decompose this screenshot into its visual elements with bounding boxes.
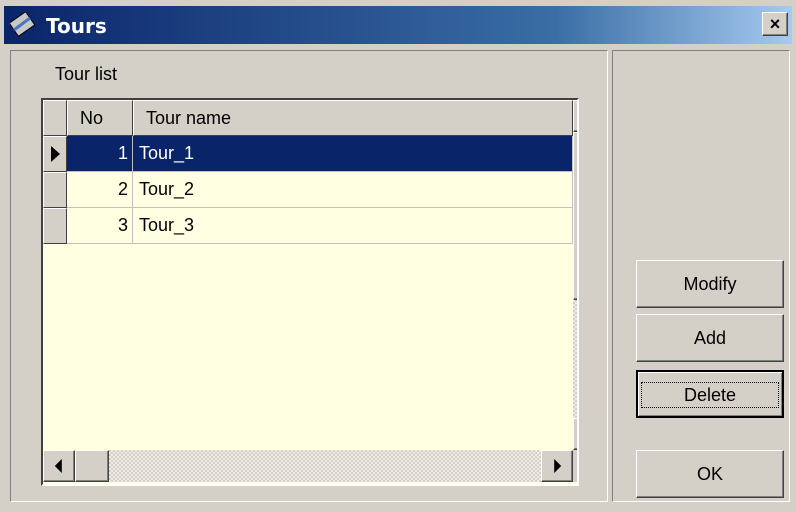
row-indicator[interactable] (43, 172, 67, 208)
tour-grid[interactable]: No Tour name 1 Tour_1 2 Tour_2 3 Tour_3 (41, 98, 579, 486)
modify-button-label: Modify (683, 274, 737, 294)
cell-no[interactable]: 1 (67, 136, 133, 172)
ok-button[interactable]: OK (636, 450, 784, 498)
cell-tour-name[interactable]: Tour_2 (133, 172, 573, 208)
window-title: Tours (46, 14, 107, 38)
cell-no[interactable]: 2 (67, 172, 133, 208)
title-bar[interactable]: Tours × (4, 6, 792, 44)
add-button-label: Add (693, 328, 727, 348)
scroll-down-button[interactable] (573, 418, 577, 450)
modify-button[interactable]: Modify (636, 260, 784, 308)
scroll-left-button[interactable] (43, 450, 75, 482)
tour-list-label: Tour list (55, 64, 118, 84)
vertical-scroll-thumb[interactable] (573, 132, 577, 300)
vertical-scrollbar[interactable] (573, 100, 577, 450)
close-button[interactable]: × (762, 12, 788, 36)
current-row-arrow-icon (51, 146, 60, 162)
close-icon: × (769, 14, 781, 34)
cell-tour-name[interactable]: Tour_1 (133, 136, 573, 172)
row-indicator[interactable] (43, 208, 67, 244)
scroll-right-button[interactable] (541, 450, 573, 482)
header-indicator-cell (43, 100, 67, 136)
cell-tour-name[interactable]: Tour_3 (133, 208, 573, 244)
delete-button[interactable]: Delete (636, 370, 784, 418)
column-header-no[interactable]: No (67, 100, 133, 136)
column-header-tour-name[interactable]: Tour name (133, 100, 573, 136)
horizontal-scroll-thumb[interactable] (75, 450, 109, 482)
delete-button-label: Delete (640, 382, 780, 408)
cell-no[interactable]: 3 (67, 208, 133, 244)
add-button[interactable]: Add (636, 314, 784, 362)
tours-dialog: Tours × Tour list No Tour name 1 Tour_1 … (0, 0, 796, 512)
arrow-right-icon (554, 459, 562, 473)
scroll-up-button[interactable] (573, 100, 577, 132)
arrow-left-icon (54, 459, 62, 473)
row-indicator[interactable] (43, 136, 67, 172)
horizontal-scrollbar[interactable] (43, 450, 573, 482)
ok-button-label: OK (696, 464, 723, 484)
tour-icon (10, 12, 36, 37)
scrollbar-corner (573, 450, 577, 482)
